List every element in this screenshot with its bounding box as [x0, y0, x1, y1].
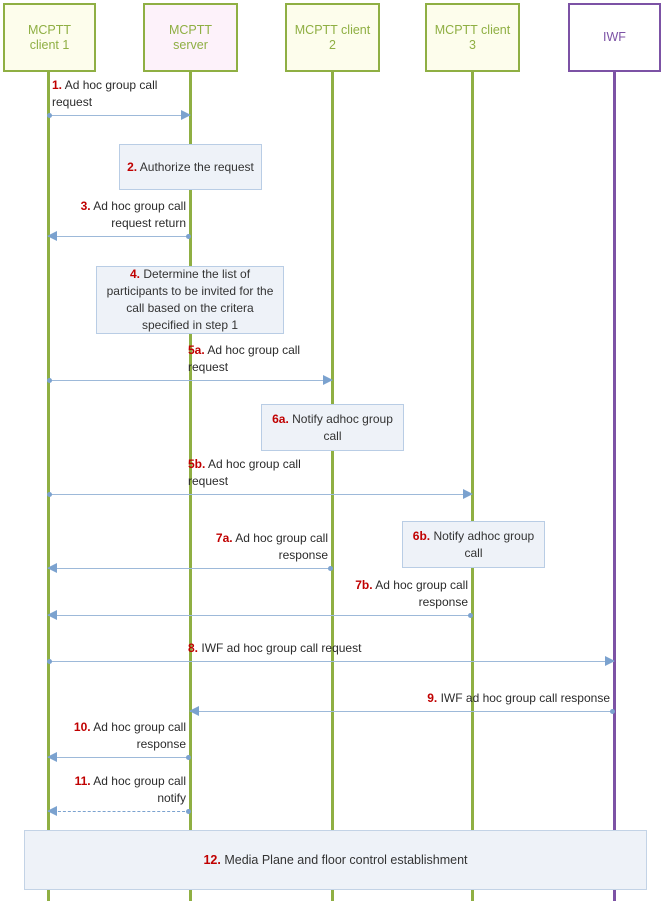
message-5b-number: 5b.: [188, 457, 206, 471]
actor-box-iwf[interactable]: IWF: [568, 3, 661, 72]
message-3-caption: 3. Ad hoc group call request return: [81, 198, 186, 232]
message-3-line: [48, 236, 190, 237]
message-7b-line: [48, 615, 472, 616]
message-11-line: [48, 811, 190, 812]
note-2-text: Authorize the request: [139, 159, 254, 174]
message-5a-caption: 5a. Ad hoc group call request: [188, 342, 300, 376]
message-10-text: Ad hoc group call response: [93, 720, 186, 751]
message-5b-origin-dot: [47, 492, 52, 497]
message-8-line: [48, 661, 614, 662]
message-5a-arrowhead: [323, 375, 333, 385]
note-6b-text: Notify adhoc group call: [433, 528, 535, 560]
message-7a-text: Ad hoc group call response: [235, 531, 328, 562]
note-6b-number: 6b.: [412, 528, 431, 543]
message-5b-text: Ad hoc group call request: [188, 457, 301, 488]
note-12-number: 12.: [203, 853, 221, 867]
message-9-number: 9.: [427, 691, 438, 705]
message-8-arrowhead: [605, 656, 615, 666]
message-9-line: [190, 711, 614, 712]
note-2-number: 2.: [127, 159, 138, 174]
message-9-arrowhead: [189, 706, 199, 716]
message-8-caption: 8. IWF ad hoc group call request: [188, 640, 361, 657]
note-6b: 6b. Notify adhoc group call: [402, 521, 545, 568]
actor-label-client2: MCPTT client 2: [294, 22, 371, 52]
message-7a-caption: 7a. Ad hoc group call response: [216, 530, 328, 564]
message-8-origin-dot: [47, 659, 52, 664]
note-4-inner: 4. Determine the list of participants to…: [97, 264, 283, 336]
note-12-inner: 12. Media Plane and floor control establ…: [203, 853, 467, 867]
message-9-origin-dot: [610, 709, 615, 714]
message-5b-line: [48, 494, 472, 495]
message-7a-line: [48, 568, 332, 569]
note-6a-number: 6a.: [272, 411, 289, 426]
message-5b-arrowhead: [463, 489, 473, 499]
message-9-text: IWF ad hoc group call response: [440, 691, 610, 705]
message-3-arrowhead: [47, 231, 57, 241]
message-10-caption: 10. Ad hoc group call response: [74, 719, 186, 753]
message-11-arrowhead: [47, 806, 57, 816]
message-5b-caption: 5b. Ad hoc group call request: [188, 456, 301, 490]
message-1-line: [48, 115, 190, 116]
message-7b-arrowhead: [47, 610, 57, 620]
message-11-number: 11.: [74, 774, 91, 788]
message-9-caption: 9. IWF ad hoc group call response: [427, 690, 610, 707]
sequence-diagram: MCPTT client 1 MCPTT server MCPTT client…: [0, 0, 664, 901]
message-11-caption: 11. Ad hoc group call notify: [75, 773, 186, 807]
lifeline-client1: [47, 72, 50, 901]
message-10-arrowhead: [47, 752, 57, 762]
message-7b-origin-dot: [468, 613, 473, 618]
message-5a-origin-dot: [47, 378, 52, 383]
message-10-origin-dot: [186, 755, 191, 760]
message-1-number: 1.: [52, 78, 63, 92]
message-1-text: Ad hoc group call request: [52, 78, 158, 109]
message-1-caption: 1. Ad hoc group call request: [52, 77, 157, 111]
message-1-arrowhead: [181, 110, 191, 120]
actor-box-client1[interactable]: MCPTT client 1: [3, 3, 96, 72]
message-8-text: IWF ad hoc group call request: [201, 641, 362, 655]
note-4-number: 4.: [129, 267, 140, 281]
note-4: 4. Determine the list of participants to…: [96, 266, 284, 334]
message-1-origin-dot: [47, 113, 52, 118]
message-7a-origin-dot: [328, 566, 333, 571]
note-12-media-plane: 12. Media Plane and floor control establ…: [24, 830, 647, 890]
message-3-text: Ad hoc group call request return: [93, 199, 186, 230]
note-12-text: Media Plane and floor control establishm…: [224, 853, 468, 867]
actor-label-iwf: IWF: [603, 30, 626, 44]
lifeline-iwf: [613, 72, 616, 901]
message-10-number: 10.: [73, 720, 91, 734]
note-6b-inner: 6b. Notify adhoc group call: [403, 526, 544, 564]
message-5a-number: 5a.: [188, 343, 205, 357]
note-6a-inner: 6a. Notify adhoc group call: [262, 409, 403, 447]
message-3-origin-dot: [186, 234, 191, 239]
actor-label-client1: MCPTT client 1: [27, 22, 72, 52]
message-7a-number: 7a.: [215, 531, 233, 545]
note-2: 2. Authorize the request: [119, 144, 262, 190]
message-8-number: 8.: [188, 641, 199, 655]
note-6a-text: Notify adhoc group call: [292, 411, 393, 443]
message-3-number: 3.: [80, 199, 91, 213]
actor-label-server: MCPTT server: [168, 22, 213, 52]
message-7b-caption: 7b. Ad hoc group call response: [355, 577, 468, 611]
lifeline-client3: [471, 72, 474, 901]
message-5a-line: [48, 380, 332, 381]
actor-box-server[interactable]: MCPTT server: [143, 3, 238, 72]
message-7b-number: 7b.: [355, 578, 373, 592]
actor-label-client3: MCPTT client 3: [434, 22, 511, 52]
message-11-origin-dot: [186, 809, 191, 814]
message-5a-text: Ad hoc group call request: [188, 343, 301, 374]
actor-box-client3[interactable]: MCPTT client 3: [425, 3, 520, 72]
lifeline-client2: [331, 72, 334, 901]
message-10-line: [48, 757, 190, 758]
note-2-inner: 2. Authorize the request: [120, 157, 261, 178]
actor-box-client2[interactable]: MCPTT client 2: [285, 3, 380, 72]
message-7a-arrowhead: [47, 563, 57, 573]
message-11-text: Ad hoc group call notify: [93, 774, 186, 805]
message-7b-text: Ad hoc group call response: [375, 578, 468, 609]
note-6a: 6a. Notify adhoc group call: [261, 404, 404, 451]
